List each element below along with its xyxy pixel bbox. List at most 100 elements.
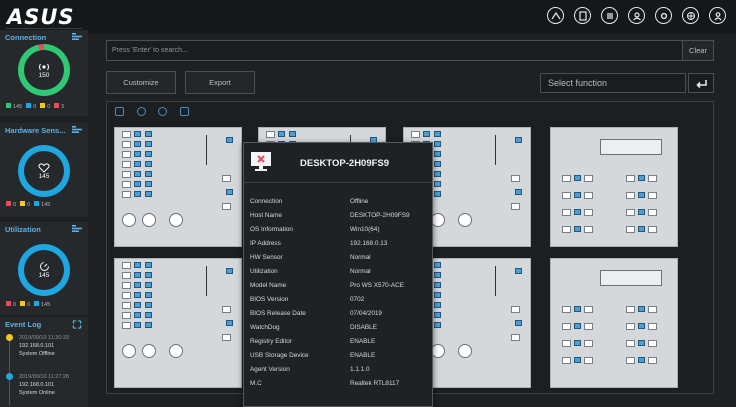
pc-station[interactable]	[638, 357, 645, 363]
customize-button[interactable]: Customize	[106, 71, 176, 94]
pc-station[interactable]	[134, 312, 141, 318]
pc-station[interactable]	[515, 320, 522, 326]
export-button[interactable]: Export	[185, 71, 255, 94]
field-value: Win10(64)	[350, 226, 380, 233]
pc-station[interactable]	[574, 357, 581, 363]
chart-icon[interactable]	[72, 126, 82, 133]
pc-station[interactable]	[574, 192, 581, 198]
pc-station[interactable]	[145, 181, 152, 187]
globe-icon[interactable]	[682, 7, 699, 24]
expand-icon[interactable]	[72, 320, 82, 329]
save-layout-icon[interactable]	[115, 107, 124, 116]
pc-station[interactable]	[145, 282, 152, 288]
pc-station[interactable]	[289, 131, 296, 137]
pc-station[interactable]	[638, 175, 645, 181]
pc-station[interactable]	[226, 320, 233, 326]
pc-station[interactable]	[638, 209, 645, 215]
account-icon[interactable]	[709, 7, 726, 24]
pc-station[interactable]	[434, 131, 441, 137]
pc-station[interactable]	[134, 322, 141, 328]
pc-station[interactable]	[574, 209, 581, 215]
fit-view-icon[interactable]	[180, 107, 189, 116]
search-input[interactable]: Press 'Enter' to search...	[106, 40, 684, 61]
zoom-out-icon[interactable]	[158, 107, 167, 116]
pc-station[interactable]	[434, 151, 441, 157]
enter-button[interactable]	[688, 73, 714, 93]
pc-station[interactable]	[574, 340, 581, 346]
remote-icon[interactable]	[574, 7, 591, 24]
timeline-line	[9, 336, 10, 406]
pc-station[interactable]	[134, 191, 141, 197]
pc-station[interactable]	[145, 262, 152, 268]
pc-station[interactable]	[145, 141, 152, 147]
device-field-row: BIOS Release Date 07/04/2019	[250, 307, 430, 321]
pc-station[interactable]	[145, 312, 152, 318]
event-item[interactable]: 2019/09/10 11:27:28 192.168.0.101 System…	[19, 373, 69, 397]
users-icon[interactable]	[628, 7, 645, 24]
pc-station[interactable]	[145, 272, 152, 278]
pc-station[interactable]	[134, 151, 141, 157]
pc-station[interactable]	[226, 137, 233, 143]
zoom-in-icon[interactable]	[137, 107, 146, 116]
pc-station[interactable]	[434, 312, 441, 318]
pc-station[interactable]	[434, 282, 441, 288]
pc-station[interactable]	[134, 262, 141, 268]
pc-station[interactable]	[574, 175, 581, 181]
pc-station[interactable]	[638, 226, 645, 232]
pc-station[interactable]	[574, 323, 581, 329]
clear-button[interactable]: Clear	[682, 40, 714, 61]
settings-icon[interactable]	[655, 7, 672, 24]
select-function-dropdown[interactable]: Select function	[540, 73, 686, 93]
pc-station[interactable]	[574, 226, 581, 232]
chart-icon[interactable]	[72, 225, 82, 232]
desk	[222, 306, 231, 313]
pc-station[interactable]	[638, 192, 645, 198]
pc-station[interactable]	[638, 323, 645, 329]
hardware-ring: 145	[18, 145, 70, 197]
pc-station[interactable]	[434, 292, 441, 298]
utilization-panel: Utilization 145 0 0 145	[0, 222, 88, 315]
pc-station[interactable]	[434, 141, 441, 147]
pc-station[interactable]	[145, 292, 152, 298]
pc-station[interactable]	[515, 268, 522, 274]
pc-station[interactable]	[226, 268, 233, 274]
pc-station[interactable]	[515, 137, 522, 143]
pc-station[interactable]	[145, 322, 152, 328]
pc-station[interactable]	[638, 306, 645, 312]
pc-station[interactable]	[434, 272, 441, 278]
pc-station[interactable]	[278, 131, 285, 137]
pc-station[interactable]	[434, 302, 441, 308]
pc-station[interactable]	[434, 191, 441, 197]
pc-station[interactable]	[434, 322, 441, 328]
pc-station[interactable]	[134, 302, 141, 308]
pc-station[interactable]	[134, 131, 141, 137]
pc-station[interactable]	[134, 292, 141, 298]
pc-station[interactable]	[134, 181, 141, 187]
pc-station[interactable]	[574, 306, 581, 312]
chart-icon[interactable]	[72, 33, 82, 40]
desk	[626, 226, 635, 233]
pc-station[interactable]	[134, 171, 141, 177]
pc-station[interactable]	[226, 189, 233, 195]
pc-station[interactable]	[134, 141, 141, 147]
pc-station[interactable]	[638, 340, 645, 346]
pc-station[interactable]	[145, 191, 152, 197]
pc-station[interactable]	[145, 171, 152, 177]
list-icon[interactable]	[601, 7, 618, 24]
top-icon-bar	[547, 7, 726, 24]
pc-station[interactable]	[434, 161, 441, 167]
pc-station[interactable]	[434, 171, 441, 177]
network-icon[interactable]	[547, 7, 564, 24]
pc-station[interactable]	[145, 131, 152, 137]
pc-station[interactable]	[145, 161, 152, 167]
pc-station[interactable]	[134, 161, 141, 167]
pc-station[interactable]	[134, 272, 141, 278]
pc-station[interactable]	[145, 302, 152, 308]
pc-station[interactable]	[434, 181, 441, 187]
pc-station[interactable]	[145, 151, 152, 157]
event-item[interactable]: 2019/09/10 11:30:33 192.168.0.101 System…	[19, 334, 69, 358]
pc-station[interactable]	[434, 262, 441, 268]
pc-station[interactable]	[134, 282, 141, 288]
pc-station[interactable]	[423, 131, 430, 137]
pc-station[interactable]	[515, 189, 522, 195]
